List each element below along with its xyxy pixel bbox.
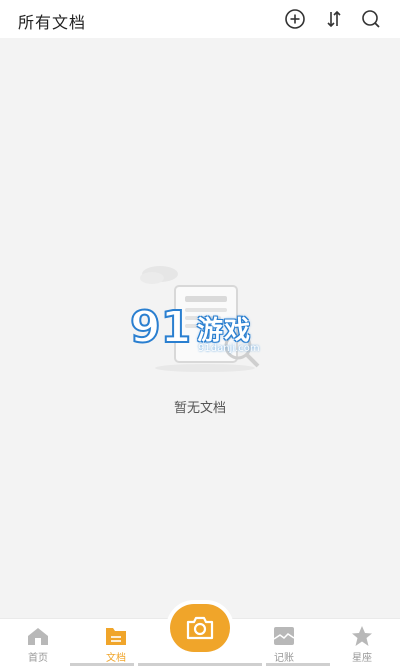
star-icon — [352, 626, 372, 646]
svg-text:91: 91 — [130, 302, 191, 353]
top-bar: 所有文档 — [0, 0, 400, 38]
page-title: 所有文档 — [18, 13, 87, 32]
tab-label: 记账 — [274, 653, 294, 664]
watermark-brand: 游戏 — [197, 316, 252, 346]
empty-state-message: 暂无文档 — [173, 401, 226, 416]
search-icon[interactable] — [360, 8, 382, 30]
camera-icon — [186, 616, 214, 640]
add-circle-icon[interactable] — [284, 8, 306, 30]
tab-label: 首页 — [28, 653, 48, 664]
ledger-icon — [273, 627, 295, 645]
tab-horoscope[interactable]: 星座 — [332, 619, 392, 666]
tab-home[interactable]: 首页 — [8, 619, 68, 666]
watermark-site: 91danji.com — [198, 343, 260, 354]
document-icon — [106, 628, 126, 645]
home-icon — [28, 628, 48, 645]
tab-documents[interactable]: 文档 — [86, 619, 146, 666]
tab-ledger[interactable]: 记账 — [254, 619, 314, 666]
tab-label: 文档 — [106, 653, 126, 664]
camera-button[interactable] — [170, 604, 230, 652]
sort-icon[interactable] — [323, 8, 345, 30]
tab-label: 星座 — [352, 653, 372, 664]
